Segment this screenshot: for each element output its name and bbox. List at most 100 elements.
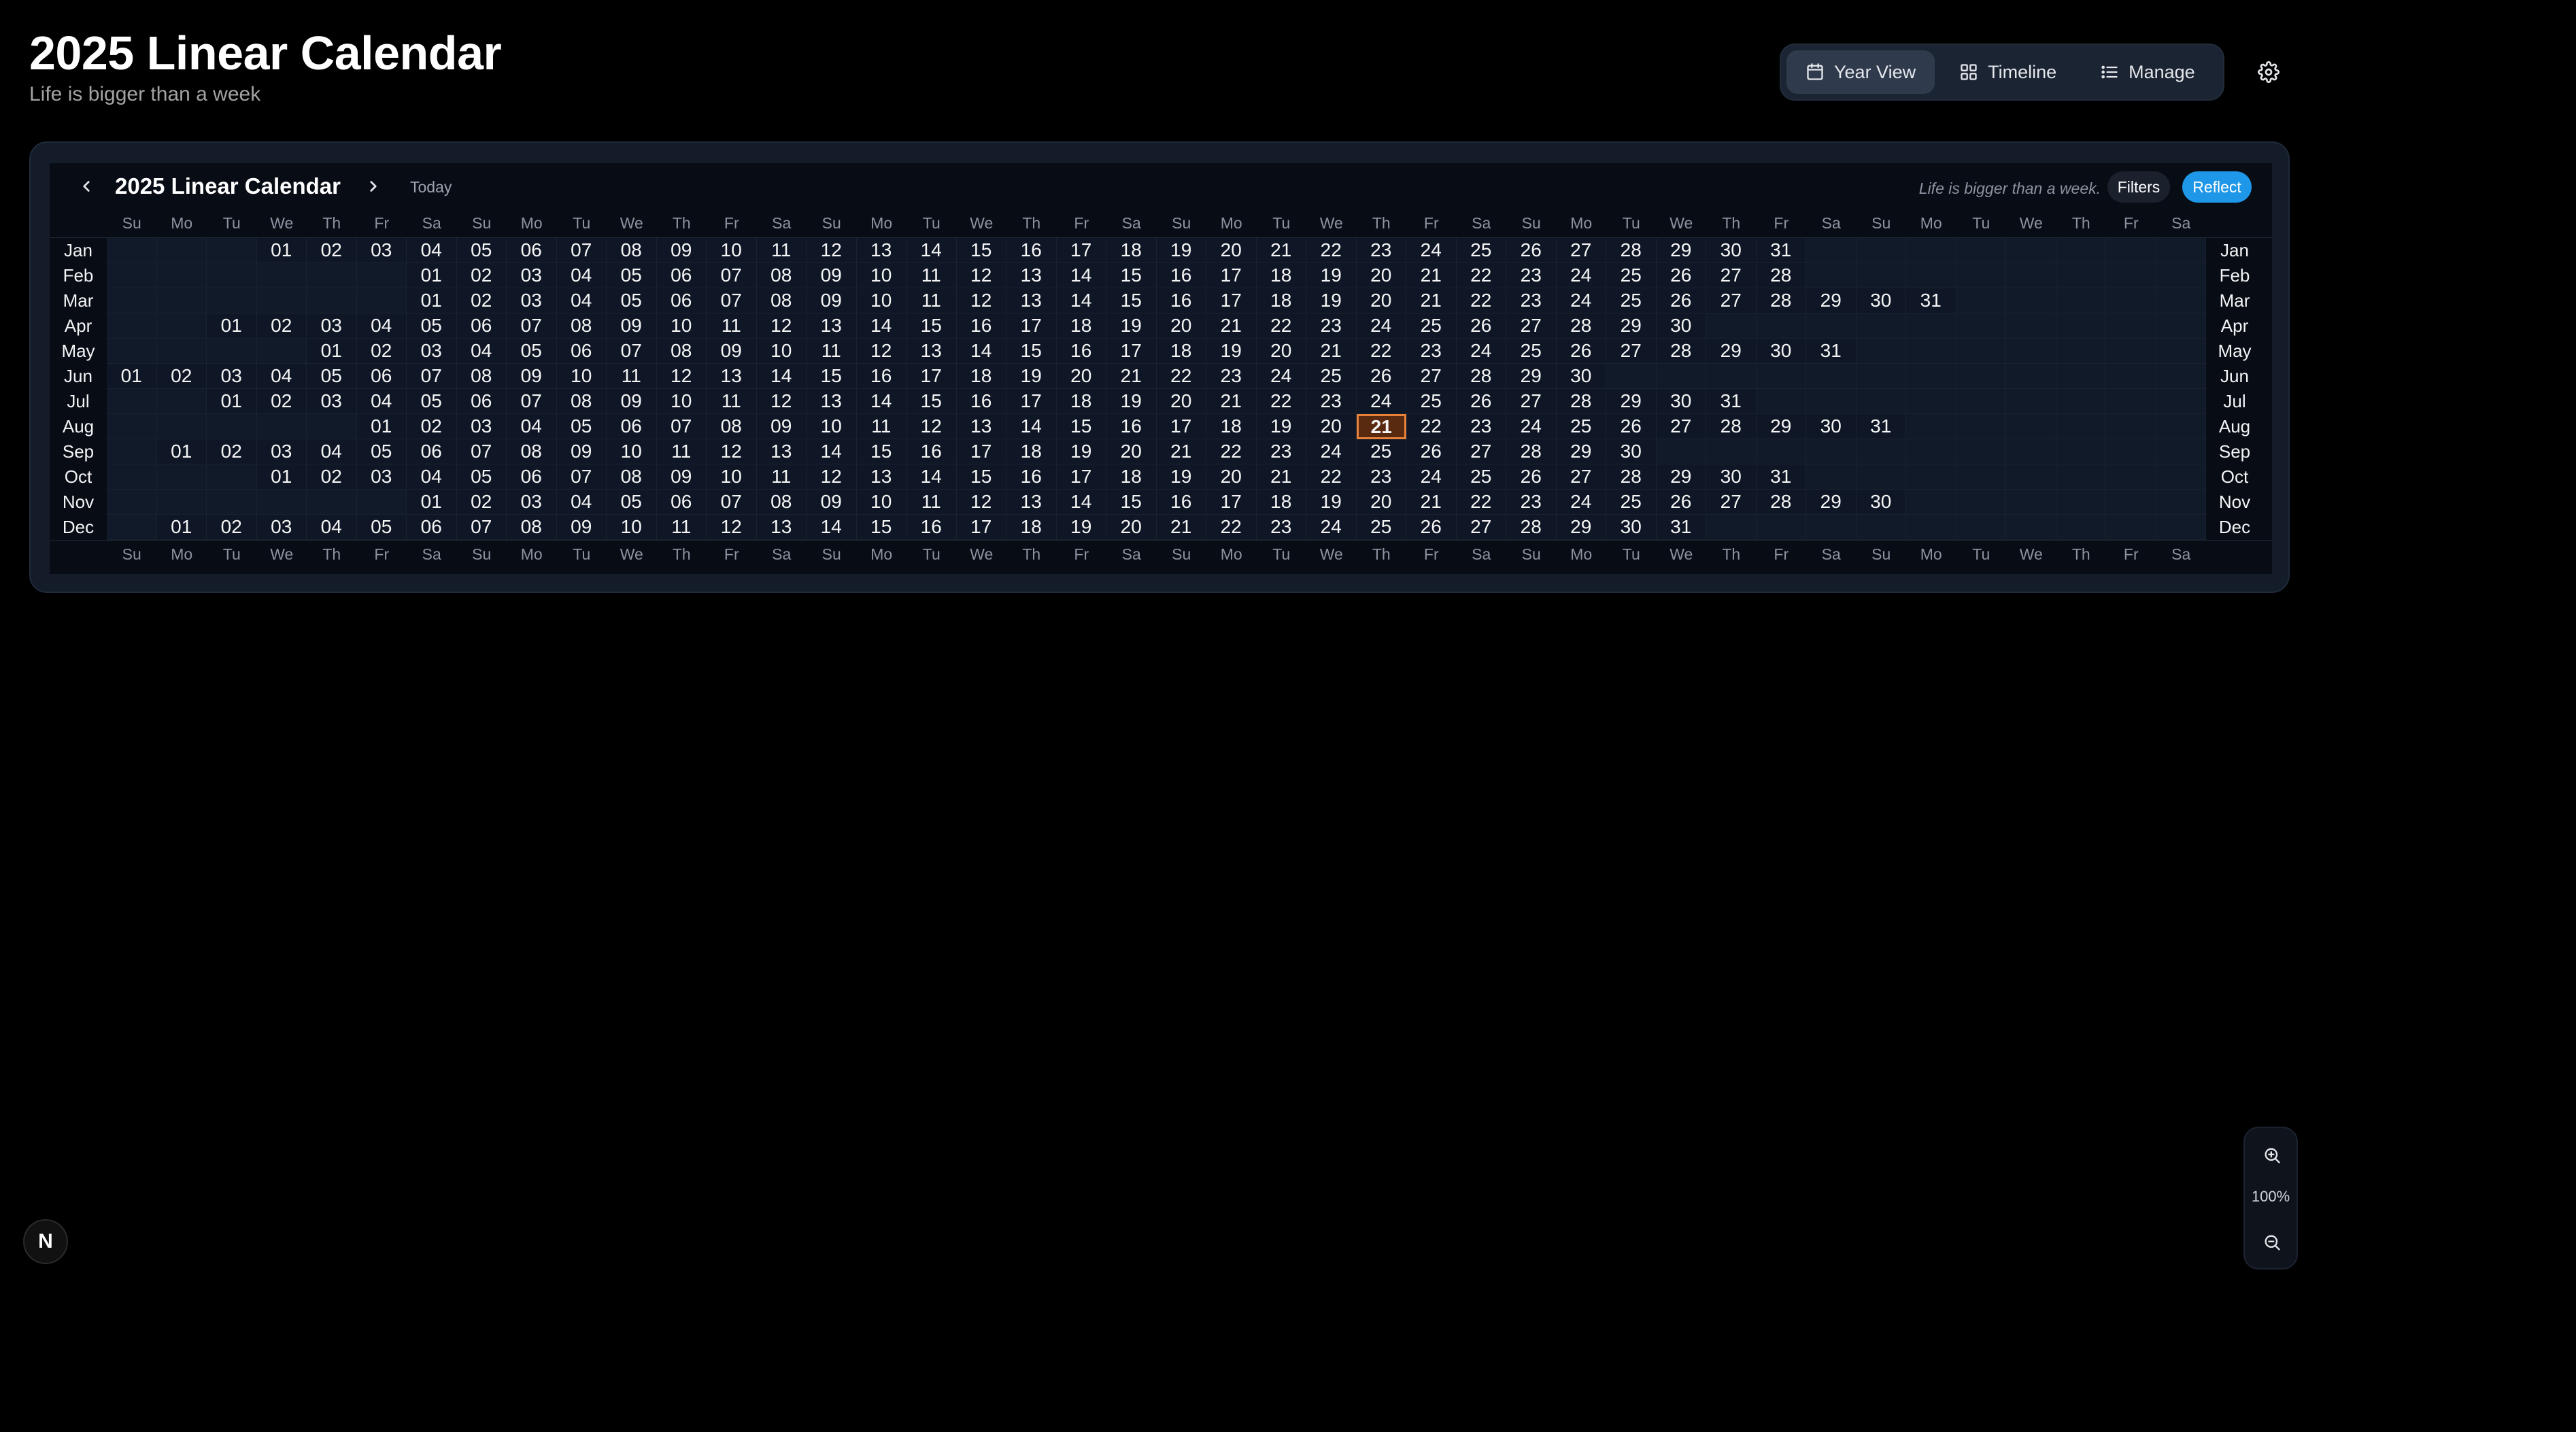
day-cell[interactable]: 02 xyxy=(156,364,207,389)
day-cell[interactable]: 07 xyxy=(607,339,657,364)
day-cell[interactable]: 27 xyxy=(1506,389,1557,414)
day-cell[interactable]: 08 xyxy=(607,238,657,263)
day-cell[interactable]: 07 xyxy=(656,414,707,439)
day-cell[interactable]: 01 xyxy=(407,490,457,515)
day-cell[interactable]: 22 xyxy=(1256,389,1306,414)
day-cell[interactable]: 02 xyxy=(256,313,307,339)
day-cell[interactable]: 26 xyxy=(1356,364,1406,389)
day-cell[interactable]: 10 xyxy=(807,414,857,439)
day-cell[interactable]: 28 xyxy=(1756,288,1806,313)
day-cell[interactable]: 11 xyxy=(906,490,957,515)
day-cell[interactable]: 03 xyxy=(307,313,357,339)
day-cell[interactable]: 10 xyxy=(707,464,757,490)
day-cell[interactable]: 05 xyxy=(556,414,607,439)
day-cell[interactable]: 23 xyxy=(1506,490,1557,515)
day-cell[interactable]: 17 xyxy=(956,515,1006,540)
day-cell[interactable]: 04 xyxy=(256,364,307,389)
day-cell[interactable]: 01 xyxy=(107,364,157,389)
day-cell[interactable]: 20 xyxy=(1256,339,1306,364)
day-cell[interactable]: 23 xyxy=(1256,515,1306,540)
day-cell[interactable]: 05 xyxy=(607,490,657,515)
day-cell[interactable]: 04 xyxy=(556,288,607,313)
day-cell[interactable]: 09 xyxy=(807,490,857,515)
day-cell[interactable]: 17 xyxy=(1156,414,1206,439)
day-cell[interactable]: 03 xyxy=(256,439,307,464)
day-cell[interactable]: 16 xyxy=(1006,464,1057,490)
day-cell[interactable]: 31 xyxy=(1806,339,1857,364)
zoom-out-button[interactable] xyxy=(2260,1230,2284,1255)
day-cell[interactable]: 24 xyxy=(1256,364,1306,389)
day-cell[interactable]: 23 xyxy=(1306,313,1357,339)
day-cell[interactable]: 11 xyxy=(807,339,857,364)
manage-tab[interactable]: Manage xyxy=(2081,50,2214,94)
day-cell[interactable]: 28 xyxy=(1456,364,1506,389)
day-cell[interactable]: 14 xyxy=(856,389,906,414)
day-cell[interactable]: 28 xyxy=(1706,414,1757,439)
day-cell[interactable]: 30 xyxy=(1556,364,1606,389)
day-cell[interactable]: 01 xyxy=(256,238,307,263)
day-cell[interactable]: 19 xyxy=(1056,515,1106,540)
day-cell[interactable]: 03 xyxy=(507,490,557,515)
day-cell[interactable]: 23 xyxy=(1506,288,1557,313)
day-cell[interactable]: 06 xyxy=(407,439,457,464)
day-cell[interactable]: 04 xyxy=(356,313,407,339)
day-cell[interactable]: 02 xyxy=(456,490,507,515)
day-cell[interactable]: 04 xyxy=(556,490,607,515)
day-cell[interactable]: 12 xyxy=(807,464,857,490)
day-cell[interactable]: 22 xyxy=(1156,364,1206,389)
day-cell[interactable]: 31 xyxy=(1856,414,1906,439)
day-cell[interactable]: 29 xyxy=(1506,364,1557,389)
day-cell[interactable]: 25 xyxy=(1456,238,1506,263)
day-cell[interactable]: 06 xyxy=(507,464,557,490)
day-cell[interactable]: 17 xyxy=(1206,490,1257,515)
day-cell[interactable]: 13 xyxy=(1006,288,1057,313)
day-cell[interactable]: 15 xyxy=(856,439,906,464)
day-cell[interactable]: 16 xyxy=(1056,339,1106,364)
day-cell[interactable]: 06 xyxy=(456,313,507,339)
day-cell[interactable]: 18 xyxy=(1006,439,1057,464)
day-cell[interactable]: 09 xyxy=(707,339,757,364)
day-cell[interactable]: 09 xyxy=(556,439,607,464)
day-cell[interactable]: 21 xyxy=(1156,515,1206,540)
day-cell[interactable]: 02 xyxy=(456,263,507,288)
day-cell[interactable]: 11 xyxy=(756,238,807,263)
day-cell[interactable]: 01 xyxy=(156,439,207,464)
day-cell[interactable]: 05 xyxy=(307,364,357,389)
day-cell[interactable]: 19 xyxy=(1256,414,1306,439)
day-cell[interactable]: 28 xyxy=(1756,263,1806,288)
day-cell[interactable]: 19 xyxy=(1156,464,1206,490)
day-cell[interactable]: 01 xyxy=(207,389,257,414)
day-cell[interactable]: 13 xyxy=(906,339,957,364)
day-cell[interactable]: 28 xyxy=(1556,389,1606,414)
day-cell[interactable]: 10 xyxy=(756,339,807,364)
day-cell[interactable]: 16 xyxy=(956,313,1006,339)
day-cell[interactable]: 11 xyxy=(607,364,657,389)
day-cell[interactable]: 09 xyxy=(656,238,707,263)
day-cell[interactable]: 12 xyxy=(707,515,757,540)
day-cell[interactable]: 10 xyxy=(656,389,707,414)
next-year-button[interactable] xyxy=(361,174,386,199)
day-cell[interactable]: 24 xyxy=(1356,313,1406,339)
day-cell[interactable]: 23 xyxy=(1206,364,1257,389)
day-cell[interactable]: 21 xyxy=(1106,364,1157,389)
day-cell[interactable]: 17 xyxy=(906,364,957,389)
day-cell[interactable]: 18 xyxy=(1006,515,1057,540)
day-cell[interactable]: 30 xyxy=(1606,515,1657,540)
day-cell[interactable]: 13 xyxy=(856,238,906,263)
day-cell[interactable]: 27 xyxy=(1456,515,1506,540)
day-cell[interactable]: 27 xyxy=(1706,288,1757,313)
day-cell[interactable]: 04 xyxy=(407,238,457,263)
day-cell[interactable]: 25 xyxy=(1556,414,1606,439)
day-cell[interactable]: 17 xyxy=(1206,288,1257,313)
day-cell[interactable]: 24 xyxy=(1556,490,1606,515)
day-cell[interactable]: 05 xyxy=(407,313,457,339)
day-cell[interactable]: 20 xyxy=(1156,389,1206,414)
day-cell[interactable]: 19 xyxy=(1106,313,1157,339)
day-cell[interactable]: 21 xyxy=(1406,288,1457,313)
day-cell[interactable]: 14 xyxy=(807,515,857,540)
day-cell[interactable]: 16 xyxy=(1106,414,1157,439)
day-cell[interactable]: 21 xyxy=(1206,313,1257,339)
day-cell[interactable]: 22 xyxy=(1206,439,1257,464)
day-cell[interactable]: 17 xyxy=(1056,238,1106,263)
day-cell[interactable]: 22 xyxy=(1306,238,1357,263)
